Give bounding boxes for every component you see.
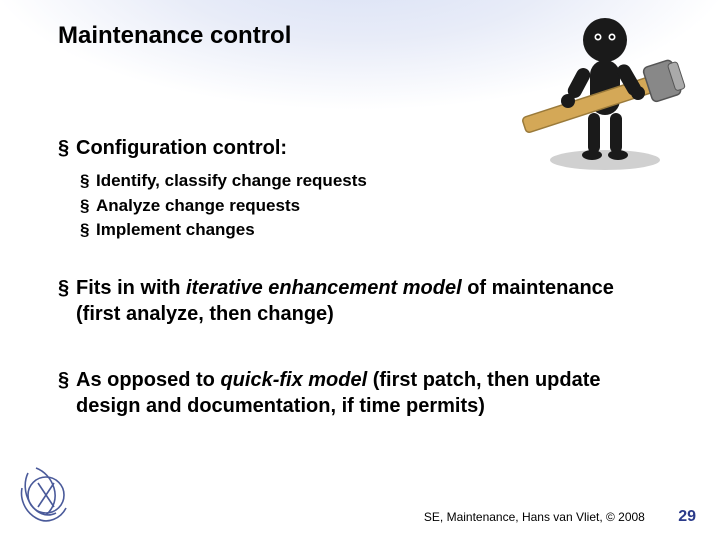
bullet-config-control: Configuration control: — [58, 135, 660, 161]
page-number: 29 — [678, 508, 696, 525]
sub-bullet-identify: Identify, classify change requests — [58, 169, 660, 194]
slide-content: Configuration control: Identify, classif… — [58, 135, 660, 427]
sub-bullet-implement: Implement changes — [58, 218, 660, 243]
text-fragment: Fits in with — [76, 277, 186, 299]
bullet-quickfix-model: As opposed to quick-fix model (first pat… — [58, 367, 660, 419]
text-fragment: As opposed to — [76, 369, 220, 391]
slide-title: Maintenance control — [58, 22, 291, 50]
text-emphasis: iterative enhancement model — [186, 277, 462, 299]
corner-emblem-illustration — [16, 463, 76, 530]
text-emphasis: quick-fix model — [220, 369, 367, 391]
sub-bullet-analyze: Analyze change requests — [58, 194, 660, 219]
slide-footer: SE, Maintenance, Hans van Vliet, © 2008 … — [424, 508, 696, 526]
bullet-iterative-model: Fits in with iterative enhancement model… — [58, 275, 660, 327]
footer-reference: SE, Maintenance, Hans van Vliet, © 2008 — [424, 510, 645, 524]
